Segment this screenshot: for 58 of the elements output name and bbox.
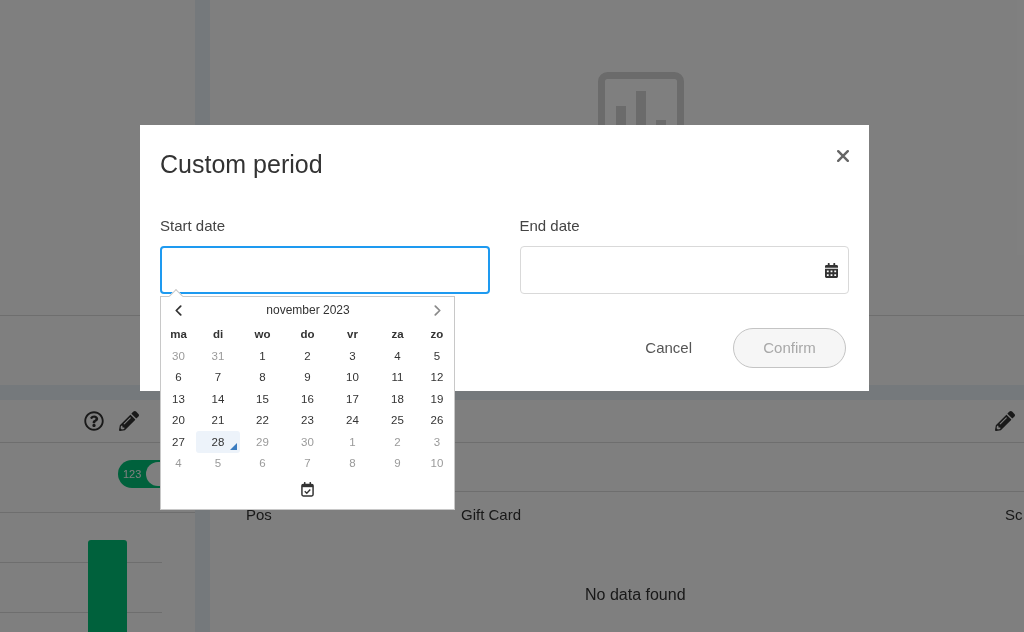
weekday-label: za bbox=[391, 327, 404, 341]
calendar-day[interactable]: 5 bbox=[420, 345, 454, 367]
calendar-day[interactable]: 11 bbox=[375, 366, 420, 388]
field-label: Start date bbox=[160, 216, 226, 236]
empty-message: No data found bbox=[585, 585, 686, 605]
weekday-label: vr bbox=[347, 327, 358, 341]
chevron-left-icon bbox=[175, 304, 182, 316]
edit-icon[interactable] bbox=[995, 411, 1015, 431]
calendar-day[interactable]: 12 bbox=[420, 366, 454, 388]
column-header: Gift Card bbox=[461, 505, 521, 525]
column-header: Sc bbox=[1005, 505, 1023, 525]
previous-month-button[interactable] bbox=[175, 304, 182, 316]
calendar-day[interactable]: 1 bbox=[240, 345, 285, 367]
calendar-day[interactable]: 23 bbox=[285, 409, 330, 431]
today-marker-icon bbox=[230, 442, 237, 450]
bar-chart-icon bbox=[598, 72, 684, 125]
close-icon bbox=[837, 150, 849, 162]
calendar-day[interactable]: 16 bbox=[285, 388, 330, 410]
calendar-day[interactable]: 8 bbox=[240, 366, 285, 388]
calendar-day[interactable]: 19 bbox=[420, 388, 454, 410]
close-button[interactable] bbox=[837, 150, 849, 162]
calendar-day[interactable]: 18 bbox=[375, 388, 420, 410]
calendar-day[interactable]: 28 bbox=[196, 431, 240, 453]
weekday-label: do bbox=[300, 327, 315, 341]
calendar-day[interactable]: 20 bbox=[161, 409, 196, 431]
weekday-label: di bbox=[212, 327, 224, 341]
calendar-day[interactable]: 4 bbox=[375, 345, 420, 367]
help-icon[interactable] bbox=[84, 411, 104, 431]
month-title: november 2023 bbox=[266, 302, 350, 318]
calendar-icon[interactable] bbox=[825, 262, 838, 278]
calendar-day[interactable]: 2 bbox=[285, 345, 330, 367]
calendar-day[interactable]: 24 bbox=[330, 409, 375, 431]
calendar-day[interactable]: 27 bbox=[161, 431, 196, 453]
cancel-button[interactable]: Cancel bbox=[633, 328, 704, 368]
calendar-day[interactable]: 21 bbox=[196, 409, 240, 431]
calendar-day[interactable]: 26 bbox=[420, 409, 454, 431]
calendar-day[interactable]: 17 bbox=[330, 388, 375, 410]
calendar-day[interactable]: 25 bbox=[375, 409, 420, 431]
weekday-label: wo bbox=[254, 327, 271, 341]
weekday-label: ma bbox=[170, 327, 187, 341]
calendar-day[interactable]: 9 bbox=[285, 366, 330, 388]
calendar-day[interactable]: 3 bbox=[330, 345, 375, 367]
today-button[interactable] bbox=[301, 482, 314, 497]
date-field[interactable] bbox=[160, 246, 490, 294]
weekday-label: zo bbox=[430, 327, 444, 341]
field-label: End date bbox=[519, 216, 580, 236]
calendar-day[interactable]: 10 bbox=[330, 366, 375, 388]
calendar-day[interactable]: 13 bbox=[161, 388, 196, 410]
calendar-day[interactable]: 7 bbox=[196, 366, 240, 388]
calendar-day[interactable]: 22 bbox=[240, 409, 285, 431]
edit-icon[interactable] bbox=[119, 411, 139, 431]
dialog-title: Custom period bbox=[160, 149, 323, 179]
calendar-day[interactable]: 14 bbox=[196, 388, 240, 410]
calendar-day[interactable]: 6 bbox=[161, 366, 196, 388]
calendar-day[interactable]: 15 bbox=[240, 388, 285, 410]
chevron-right-icon bbox=[433, 304, 441, 316]
column-header: Pos bbox=[246, 505, 272, 525]
calendar-check-icon bbox=[301, 482, 314, 497]
